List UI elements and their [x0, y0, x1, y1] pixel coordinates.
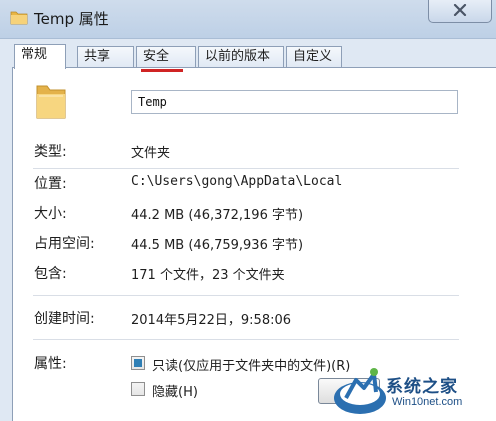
- type-value: 文件夹: [131, 146, 171, 161]
- divider: [33, 295, 459, 296]
- created-value: 2014年5月22日，9:58:06: [131, 313, 292, 328]
- tab-general[interactable]: 常规: [14, 44, 66, 69]
- type-label: 类型:: [34, 144, 67, 160]
- attributes-label: 属性:: [34, 356, 67, 372]
- readonly-checkbox[interactable]: [131, 356, 145, 370]
- size-on-disk-value: 44.5 MB (46,759,936 字节): [131, 238, 304, 253]
- readonly-label[interactable]: 只读(仅应用于文件夹中的文件)(R): [152, 355, 350, 374]
- size-value: 44.2 MB (46,372,196 字节): [131, 208, 304, 223]
- close-icon: [453, 4, 467, 16]
- watermark-title: 系统之家: [386, 377, 458, 397]
- folder-name-input[interactable]: [131, 90, 458, 114]
- watermark-logo: 系统之家 Win10net.com: [330, 362, 496, 421]
- tab-customize[interactable]: 自定义: [286, 46, 342, 67]
- location-value: C:\Users\gong\AppData\Local: [131, 174, 343, 189]
- divider: [33, 168, 459, 169]
- divider: [33, 339, 459, 340]
- logo-icon: [334, 368, 386, 414]
- contains-label: 包含:: [34, 266, 67, 282]
- tab-strip: 常规 共享 安全 以前的版本 自定义: [14, 44, 494, 69]
- close-button[interactable]: [428, 0, 492, 23]
- watermark-url: Win10net.com: [392, 396, 463, 408]
- created-label: 创建时间:: [34, 311, 95, 327]
- size-on-disk-label: 占用空间:: [34, 236, 95, 252]
- contains-value: 171 个文件，23 个文件夹: [131, 268, 285, 283]
- location-label: 位置:: [34, 176, 67, 192]
- security-tab-highlight: [141, 69, 183, 72]
- size-label: 大小:: [34, 206, 67, 222]
- tab-previous-versions[interactable]: 以前的版本: [198, 46, 284, 67]
- tab-security[interactable]: 安全: [136, 46, 196, 67]
- hidden-checkbox[interactable]: [131, 382, 145, 396]
- folder-icon: [36, 85, 66, 119]
- window-title: Temp 属性: [34, 10, 109, 28]
- hidden-label[interactable]: 隐藏(H): [152, 381, 198, 400]
- folder-icon: [10, 11, 28, 25]
- title-bar[interactable]: Temp 属性: [0, 0, 496, 39]
- tab-sharing[interactable]: 共享: [77, 46, 134, 67]
